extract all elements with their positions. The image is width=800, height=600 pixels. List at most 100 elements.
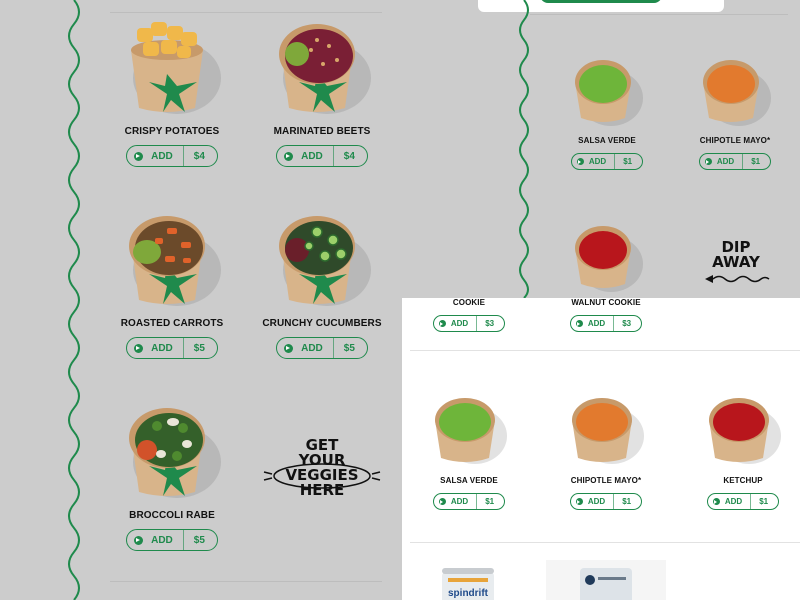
add-label: ADD [301, 342, 323, 354]
price-label: $1 [759, 497, 769, 506]
add-button[interactable]: ADD $5 [276, 337, 368, 359]
item-name: KETCHUP [723, 476, 763, 485]
pill-separator [742, 153, 744, 170]
item-name: MARINATED BEETS [273, 126, 371, 137]
add-button[interactable]: ADD $3 [569, 315, 643, 332]
add-label: ADD [450, 497, 469, 506]
item-name: COOKIE [452, 298, 486, 307]
price-label: $5 [193, 534, 205, 546]
menu-item: COOKIE ADD $3 [404, 298, 534, 332]
item-name: SALSA VERDE [578, 136, 636, 145]
price-label: $3 [485, 319, 495, 328]
add-button[interactable]: ADD $1 [706, 493, 780, 510]
can-brand-text: spindrift [448, 588, 489, 599]
add-button[interactable]: ADD $1 [569, 493, 643, 510]
promo-line: AWAY [712, 253, 760, 271]
item-name: ROASTED CARROTS [120, 318, 224, 329]
play-icon [704, 158, 712, 165]
menu-item: SALSA VERDE ADD $1 [404, 394, 534, 510]
menu-item: BROCCOLI RABE ADD $5 [107, 404, 237, 551]
add-label: ADD [151, 342, 173, 354]
broccoli-bowl-image [129, 408, 221, 498]
play-icon [134, 535, 144, 545]
row-divider [410, 350, 800, 351]
price-label: $5 [193, 342, 205, 354]
sauces-panel: SALSA VERDE ADD $1 CHIPOTLE MAYO* ADD $1 [402, 0, 800, 298]
drink-can-image [546, 560, 666, 600]
menu-item: CRISPY POTATOES ADD $4 [107, 20, 237, 167]
item-name: CRISPY POTATOES [124, 126, 220, 137]
add-label: ADD [587, 319, 606, 328]
add-button[interactable]: ADD $1 [570, 153, 644, 170]
add-button[interactable]: ADD $5 [126, 337, 218, 359]
price-label: $1 [622, 497, 632, 506]
add-button[interactable]: ADD $4 [276, 145, 368, 167]
play-icon [438, 320, 446, 327]
pill-separator [182, 145, 184, 167]
menu-item: WALNUT COOKIE ADD $3 [541, 298, 671, 332]
squiggle-arrow-icon [705, 275, 770, 283]
price-label: $5 [343, 342, 355, 354]
play-icon [575, 498, 583, 505]
wavy-line-decoration [519, 0, 529, 298]
pill-separator [182, 337, 184, 359]
pill-separator [613, 315, 615, 332]
add-label: ADD [716, 157, 735, 166]
menu-item [542, 222, 672, 296]
price-label: $3 [622, 319, 632, 328]
add-button[interactable]: ADD $1 [432, 493, 506, 510]
price-label: $4 [193, 150, 205, 162]
item-name: CRUNCHY CUCUMBERS [262, 318, 382, 329]
price-label: $4 [343, 150, 355, 162]
potatoes-bowl-image [131, 22, 221, 114]
menu-item: KETCHUP ADD $1 [678, 394, 800, 510]
chipotle-mayo-cup-image [572, 398, 644, 464]
play-icon [575, 320, 583, 327]
menu-item: CHIPOTLE MAYO* ADD $1 [670, 56, 800, 170]
promo-line: HERE [299, 481, 345, 499]
pill-separator [332, 337, 334, 359]
menu-item: SALSA VERDE ADD $1 [542, 56, 672, 170]
item-name: BROCCOLI RABE [129, 510, 215, 521]
wavy-line-decoration [68, 0, 80, 600]
pill-separator [613, 493, 615, 510]
salsa-verde-cup-image [575, 60, 643, 126]
bottom-menu-panel: COOKIE ADD $3 WALNUT COOKIE ADD $3 SALSA… [402, 298, 800, 600]
add-label: ADD [151, 534, 173, 546]
play-icon [712, 498, 720, 505]
pill-separator [182, 529, 184, 551]
add-button[interactable]: ADD $3 [432, 315, 506, 332]
price-label: $1 [751, 157, 761, 166]
price-label: $1 [485, 497, 495, 506]
bottom-divider [110, 581, 382, 582]
item-name: SALSA VERDE [440, 476, 498, 485]
add-label: ADD [724, 497, 743, 506]
add-button[interactable]: ADD $4 [126, 145, 218, 167]
play-icon [134, 343, 144, 353]
salsa-verde-cup-image [435, 398, 507, 464]
play-icon [438, 498, 446, 505]
add-label: ADD [588, 157, 607, 166]
ketchup-cup-image [575, 226, 643, 292]
pill-separator [476, 315, 478, 332]
menu-item: CRUNCHY CUCUMBERS ADD $5 [257, 212, 387, 359]
beets-bowl-image [279, 24, 371, 114]
play-icon [284, 343, 294, 353]
add-label: ADD [151, 150, 173, 162]
add-button[interactable]: ADD $1 [698, 153, 772, 170]
top-action-button[interactable] [540, 0, 662, 3]
menu-item: MARINATED BEETS ADD $4 [257, 20, 387, 167]
item-name: WALNUT COOKIE [571, 298, 641, 307]
pill-separator [332, 145, 334, 167]
top-divider [530, 14, 788, 15]
row-divider [410, 542, 800, 543]
add-button[interactable]: ADD $5 [126, 529, 218, 551]
play-icon [576, 158, 584, 165]
item-name: CHIPOTLE MAYO* [699, 136, 771, 145]
pill-separator [476, 493, 478, 510]
play-icon [134, 151, 144, 161]
cucumbers-bowl-image [279, 216, 371, 306]
dip-away-promo: DIP AWAY [696, 240, 776, 286]
menu-item: CHIPOTLE MAYO* ADD $1 [541, 394, 671, 510]
left-menu-panel: CRISPY POTATOES ADD $4 MARINATED BEETS A… [0, 0, 400, 600]
